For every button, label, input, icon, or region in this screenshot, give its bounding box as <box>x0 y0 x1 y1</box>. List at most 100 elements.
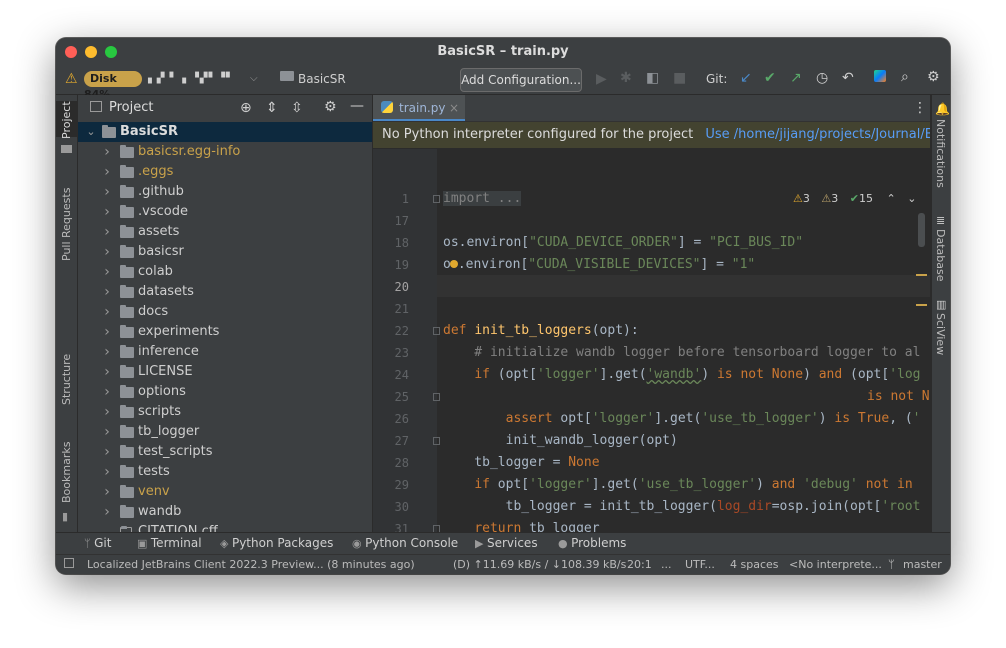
tool-window-git-button[interactable]: ᛘ Git <box>84 536 111 550</box>
chevron-right-icon[interactable]: › <box>102 162 112 182</box>
tree-item[interactable]: › scripts <box>78 402 372 422</box>
chevron-right-icon[interactable]: › <box>102 462 112 482</box>
fold-marker-icon[interactable] <box>433 327 440 335</box>
project-name[interactable]: BasicSR <box>298 72 346 86</box>
fold-marker-icon[interactable] <box>433 195 440 203</box>
chevron-down-icon[interactable]: ⌄ <box>86 122 96 142</box>
run-icon[interactable]: ▶ <box>596 71 607 87</box>
search-icon[interactable]: ⌕ <box>901 69 909 85</box>
sciview-tool-button[interactable]: SciView <box>934 313 947 355</box>
warning-stripe-marker[interactable] <box>916 274 927 276</box>
more-options-icon[interactable]: ⋮ <box>913 100 927 116</box>
tree-item[interactable]: › .github <box>78 182 372 202</box>
coverage-icon[interactable]: ◧ <box>646 70 659 86</box>
chevron-right-icon[interactable]: › <box>102 402 112 422</box>
tool-window-terminal-button[interactable]: ▣ Terminal <box>137 536 202 550</box>
git-commit-icon[interactable]: ✔ <box>764 70 776 86</box>
notifications-tool-button[interactable]: Notifications <box>934 119 947 188</box>
previous-highlight-icon[interactable]: ⌃ <box>886 192 895 205</box>
database-tool-button[interactable]: Database <box>934 229 947 282</box>
tab-train-py[interactable]: train.py × <box>373 95 465 121</box>
next-highlight-icon[interactable]: ⌄ <box>907 192 916 205</box>
intention-bulb-icon[interactable] <box>449 260 458 268</box>
tree-item[interactable]: › basicsr.egg-info <box>78 142 372 162</box>
chevron-right-icon[interactable]: › <box>102 262 112 282</box>
caret-position[interactable]: 20:1 <box>627 555 652 574</box>
pull-requests-tool-button[interactable]: Pull Requests <box>60 188 73 261</box>
tree-item[interactable]: › venv <box>78 482 372 502</box>
tree-item[interactable]: › datasets <box>78 282 372 302</box>
tree-item[interactable]: › tb_logger <box>78 422 372 442</box>
indent-setting[interactable]: 4 spaces <box>730 555 779 574</box>
banner-use-interpreter-link[interactable]: Use /home/jijang/projects/Journal/Basi <box>705 127 930 142</box>
chevron-right-icon[interactable]: › <box>102 382 112 402</box>
disk-usage-badge[interactable]: Disk 84% <box>84 71 142 101</box>
tree-item[interactable]: › .vscode <box>78 202 372 222</box>
history-icon[interactable]: ◷ <box>816 70 828 86</box>
tool-window-problems-button[interactable]: ● Problems <box>558 536 626 550</box>
editor-scrollbar-thumb[interactable] <box>918 213 925 247</box>
collapse-all-icon[interactable]: ⇳ <box>291 100 303 116</box>
chevron-right-icon[interactable]: › <box>102 142 112 162</box>
status-message[interactable]: Localized JetBrains Client 2022.3 Previe… <box>87 555 415 574</box>
chevron-right-icon[interactable]: › <box>102 422 112 442</box>
close-tab-icon[interactable]: × <box>449 95 459 121</box>
tree-item[interactable]: › assets <box>78 222 372 242</box>
tool-window-python-packages-button[interactable]: ◈ Python Packages <box>220 536 333 550</box>
chevron-right-icon[interactable]: › <box>102 242 112 262</box>
chevron-right-icon[interactable]: › <box>102 502 112 522</box>
tree-item[interactable]: › colab <box>78 262 372 282</box>
inspection-widget[interactable]: ⚠3 ⚠3 ✔15 ⌃ ⌄ <box>793 192 916 205</box>
tree-item[interactable]: › test_scripts <box>78 442 372 462</box>
structure-tool-button[interactable]: Structure <box>60 354 73 405</box>
chevron-down-icon[interactable]: ⌵ <box>250 71 258 87</box>
tree-item[interactable]: › inference <box>78 342 372 362</box>
fold-marker-icon[interactable] <box>433 393 440 401</box>
git-branch[interactable]: master <box>903 555 942 574</box>
tree-item[interactable]: › wandb <box>78 502 372 522</box>
chevron-right-icon[interactable]: › <box>102 282 112 302</box>
project-panel-title[interactable]: Project <box>109 100 153 115</box>
chevron-right-icon[interactable]: › <box>102 442 112 462</box>
code-editor[interactable]: 11718192021222324252627282930313233 ⚠3 ⚠… <box>373 149 930 532</box>
file-encoding[interactable]: UTF... <box>685 555 715 574</box>
chevron-right-icon[interactable]: › <box>102 202 112 222</box>
tool-window-services-button[interactable]: ▶ Services <box>475 536 538 550</box>
stop-icon[interactable]: ■ <box>673 70 686 86</box>
tree-item[interactable]: › tests <box>78 462 372 482</box>
tree-item[interactable]: CITATION.cff <box>78 522 372 532</box>
chevron-right-icon[interactable]: › <box>102 222 112 242</box>
chevron-right-icon[interactable]: › <box>102 362 112 382</box>
chevron-right-icon[interactable]: › <box>102 182 112 202</box>
chevron-right-icon[interactable]: › <box>102 302 112 322</box>
locate-file-icon[interactable]: ⊕ <box>240 100 252 116</box>
fold-marker-icon[interactable] <box>433 437 440 445</box>
tree-root-row[interactable]: ⌄ BasicSR <box>78 122 372 142</box>
bookmarks-tool-button[interactable]: Bookmarks <box>60 442 73 503</box>
rollback-icon[interactable]: ↶ <box>842 70 854 86</box>
tool-window-python-console-button[interactable]: ◉ Python Console <box>352 536 458 550</box>
chevron-right-icon[interactable]: › <box>102 342 112 362</box>
debug-icon[interactable]: ✱ <box>620 70 632 86</box>
git-push-icon[interactable]: ↗ <box>790 70 802 86</box>
toggle-toolwindows-icon[interactable] <box>64 558 74 568</box>
tree-item[interactable]: › LICENSE <box>78 362 372 382</box>
interpreter-status[interactable]: <No interprete... <box>789 555 882 574</box>
gear-icon[interactable]: ⚙ <box>324 99 337 115</box>
tree-item[interactable]: › experiments <box>78 322 372 342</box>
warning-stripe-marker[interactable] <box>916 304 927 306</box>
chevron-right-icon[interactable]: › <box>102 482 112 502</box>
git-update-icon[interactable]: ↙ <box>740 70 752 86</box>
add-configuration-button[interactable]: Add Configuration... <box>460 68 582 92</box>
expand-all-icon[interactable]: ⇕ <box>266 100 278 116</box>
line-separator[interactable]: ... <box>661 555 672 574</box>
project-tool-button[interactable]: Project <box>60 101 73 139</box>
hide-panel-icon[interactable]: — <box>350 98 364 114</box>
warning-icon[interactable]: ⚠ <box>65 71 78 87</box>
jetbrains-client-icon[interactable] <box>874 70 886 82</box>
tree-item[interactable]: › .eggs <box>78 162 372 182</box>
tree-item[interactable]: › options <box>78 382 372 402</box>
tree-item[interactable]: › docs <box>78 302 372 322</box>
fold-marker-icon[interactable] <box>433 525 440 532</box>
gear-icon[interactable]: ⚙ <box>927 69 940 85</box>
